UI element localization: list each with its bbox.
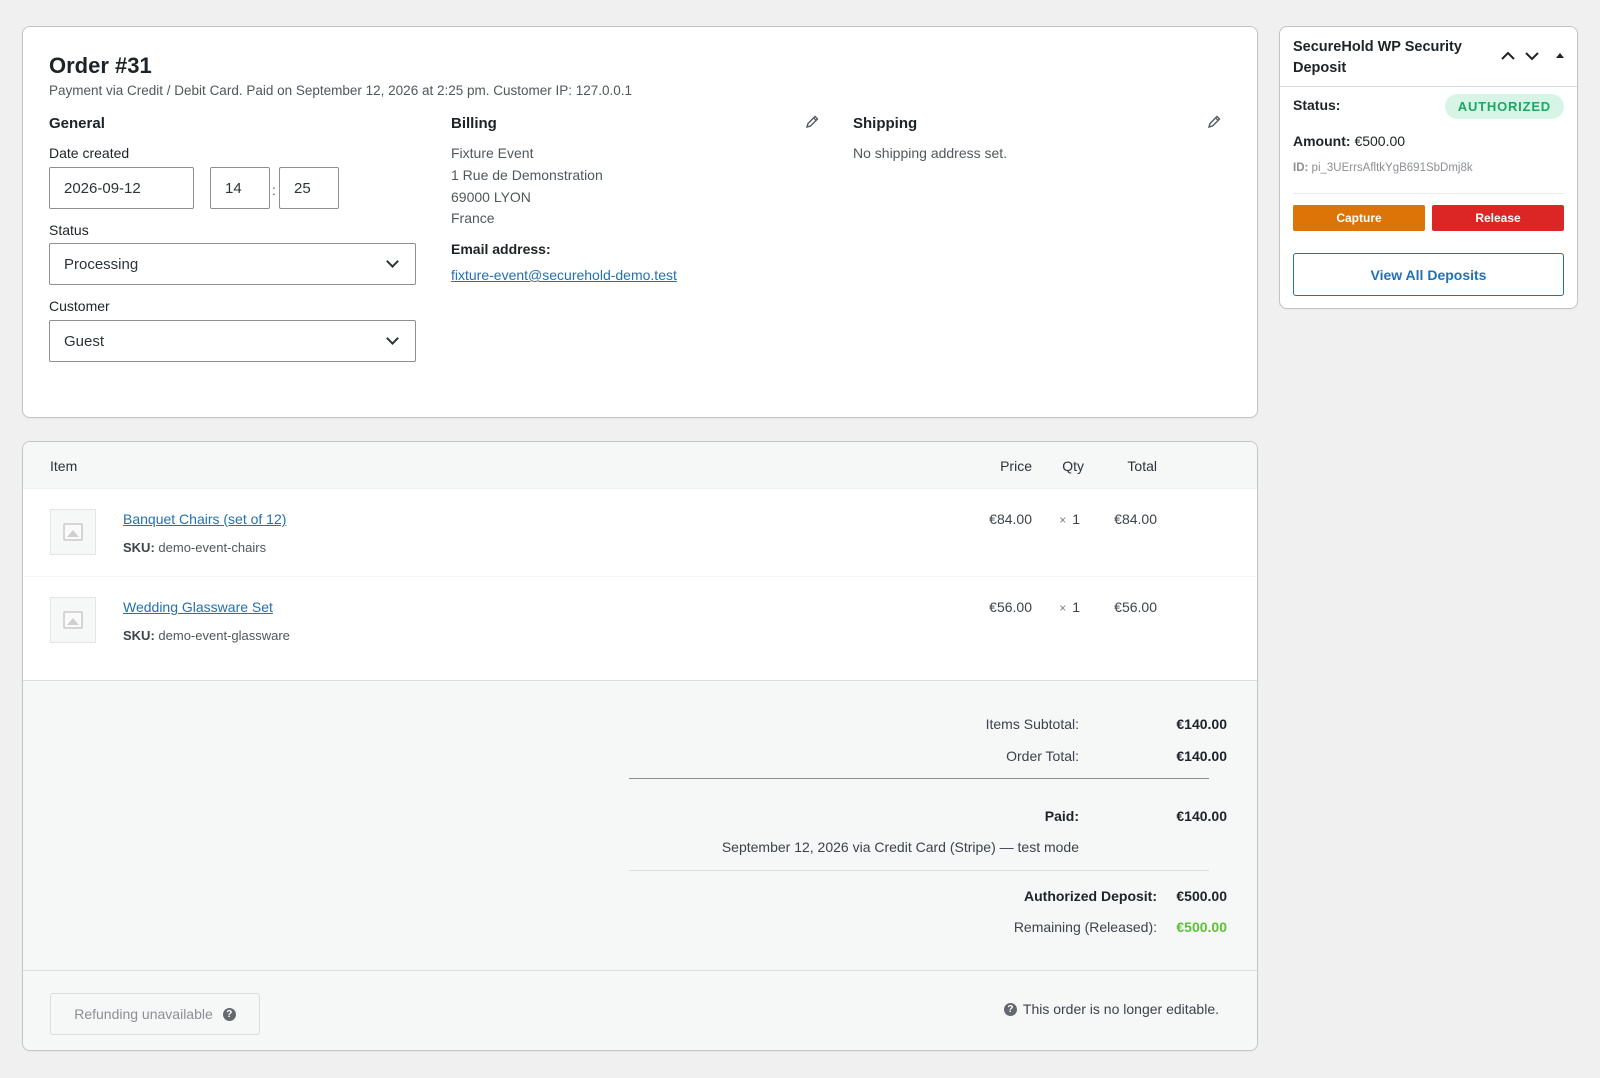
order-title: Order #31 [49,53,152,78]
customer-select-value: Guest [64,332,105,350]
column-item: Item [50,458,78,474]
view-all-deposits-button[interactable]: View All Deposits [1293,253,1564,296]
deposit-status-label: Status: [1293,97,1341,113]
sku-label: SKU: [123,540,155,555]
deposit-amount: Amount: €500.00 [1293,133,1405,149]
general-heading: General [49,115,105,132]
deposit-box-title: SecureHold WP Security Deposit [1293,39,1462,76]
help-icon[interactable]: ? [222,1007,236,1021]
totals-divider [629,778,1209,779]
refund-button-label: Refunding unavailable [74,1006,213,1022]
edit-shipping-pencil-icon[interactable] [1206,114,1222,130]
order-meta: Payment via Credit / Debit Card. Paid on… [49,83,633,98]
hour-input[interactable]: 14 [210,167,270,209]
billing-heading: Billing [451,115,497,132]
image-placeholder-icon [50,597,96,643]
deposit-divider [629,870,1209,871]
item-price: €84.00 [989,511,1032,527]
status-badge: AUTHORIZED [1444,94,1564,119]
deposit-amount-label: Amount: [1293,133,1351,149]
item-price: €56.00 [989,599,1032,615]
billing-email-label: Email address: [451,241,551,257]
billing-city: 69000 LYON [451,189,531,205]
billing-country: France [451,210,495,226]
qty-value: 1 [1072,511,1080,527]
order-data-panel: Order #31 Payment via Credit / Debit Car… [22,26,1258,418]
deposit-divider [1293,193,1564,194]
refund-button[interactable]: Refunding unavailable ? [50,993,260,1035]
release-button[interactable]: Release [1432,205,1564,231]
billing-name: Fixture Event [451,145,534,161]
subtotal-value: €140.00 [1176,716,1227,732]
item-qty: × 1 [1059,599,1080,615]
not-editable-notice: ? This order is no longer editable. [1003,1001,1219,1017]
qty-multiply-sign: × [1059,601,1067,615]
remaining-label: Remaining (Released): [1013,919,1157,935]
paid-value: €140.00 [1176,808,1227,824]
deposit-box-header: SecureHold WP Security Deposit [1280,27,1577,87]
order-items-footer: Refunding unavailable ? ? This order is … [23,970,1257,1050]
qty-value: 1 [1072,599,1080,615]
deposit-id: ID: pi_3UErrsAfltkYgB691SbDmj8k [1293,162,1473,174]
billing-email-link[interactable]: fixture-event@securehold-demo.test [451,267,677,283]
paid-note: September 12, 2026 via Credit Card (Stri… [721,839,1079,855]
column-qty: Qty [1062,458,1084,474]
chevron-down-icon [386,332,399,345]
hour-value: 14 [225,179,242,197]
caret-up-icon[interactable] [1551,47,1569,65]
subtotal-label: Items Subtotal: [985,716,1079,732]
customer-label: Customer [49,298,110,314]
date-created-input[interactable]: 2026-09-12 [49,167,194,209]
customer-select[interactable]: Guest [49,320,416,362]
chevron-down-icon [386,255,399,268]
deposit-id-value: pi_3UErrsAfltkYgB691SbDmj8k [1311,162,1473,174]
status-select-value: Processing [64,255,139,273]
order-total-value: €140.00 [1176,748,1227,764]
order-items-panel: Item Price Qty Total Banquet Chairs (set… [22,441,1258,1051]
sku-label: SKU: [123,628,155,643]
order-total-label: Order Total: [1006,748,1079,764]
order-totals: Items Subtotal: €140.00 Order Total: €14… [23,680,1257,970]
item-total: €84.00 [1114,511,1157,527]
not-editable-text: This order is no longer editable. [1022,1001,1219,1017]
deposit-id-label: ID: [1293,162,1309,174]
item-sku: SKU: demo-event-chairs [123,540,266,555]
authorized-deposit-value: €500.00 [1176,888,1227,904]
date-created-label: Date created [49,145,130,161]
table-row: Banquet Chairs (set of 12) SKU: demo-eve… [23,489,1257,576]
authorized-deposit-label: Authorized Deposit: [1024,888,1157,904]
column-total: Total [1127,458,1157,474]
column-price: Price [1000,458,1032,474]
status-label: Status [49,222,89,238]
sku-value: demo-event-chairs [158,540,267,555]
sku-value: demo-event-glassware [158,628,290,643]
image-placeholder-icon [50,509,96,555]
items-table-header: Item Price Qty Total [23,442,1257,489]
item-name-link[interactable]: Wedding Glassware Set [123,599,273,615]
item-total: €56.00 [1114,599,1157,615]
minute-input[interactable]: 25 [279,167,339,209]
shipping-heading: Shipping [853,115,918,132]
qty-multiply-sign: × [1059,513,1067,527]
shipping-empty-text: No shipping address set. [853,145,1008,161]
billing-street: 1 Rue de Demonstration [451,167,603,183]
deposit-amount-value: €500.00 [1354,133,1406,149]
item-name-link[interactable]: Banquet Chairs (set of 12) [123,511,286,527]
date-created-value: 2026-09-12 [64,179,141,197]
security-deposit-box: SecureHold WP Security Deposit Status: A… [1279,26,1578,309]
remaining-value: €500.00 [1176,919,1227,935]
minute-value: 25 [294,179,311,197]
chevron-down-icon[interactable] [1523,47,1541,65]
chevron-up-icon[interactable] [1499,47,1517,65]
status-select[interactable]: Processing [49,243,416,285]
item-sku: SKU: demo-event-glassware [123,628,290,643]
capture-button[interactable]: Capture [1293,205,1425,231]
item-qty: × 1 [1059,511,1080,527]
edit-billing-pencil-icon[interactable] [804,114,820,130]
paid-label: Paid: [1044,808,1079,824]
help-icon: ? [1003,1002,1017,1016]
time-separator: : [272,182,276,198]
table-row: Wedding Glassware Set SKU: demo-event-gl… [23,576,1257,663]
